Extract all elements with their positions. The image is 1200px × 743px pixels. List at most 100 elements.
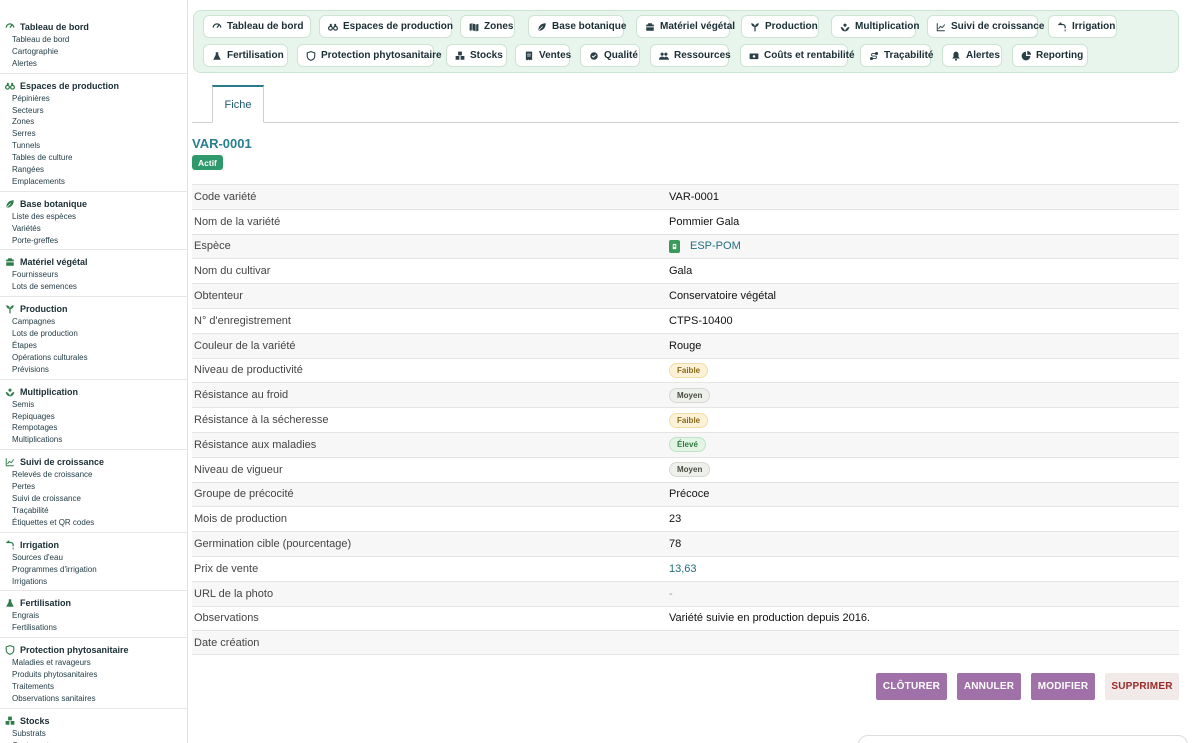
flask-icon (6, 599, 14, 608)
sidebar-item[interactable]: Programmes d'irrigation (0, 564, 187, 576)
sidebar-item[interactable]: Lots de semences (0, 281, 187, 293)
sidebar-item[interactable]: Fertilisations (0, 622, 187, 634)
nav-item[interactable]: Espaces de production (319, 15, 453, 38)
sidebar-item[interactable]: Étiquettes et QR codes (0, 517, 187, 529)
level-badge: Moyen (669, 387, 711, 403)
nav-item[interactable]: Traçabilité (860, 44, 933, 67)
field-value[interactable]: 13,63 (669, 563, 697, 575)
detail-row: Obtenteur Conservatoire végétal (192, 283, 1179, 308)
sidebar-group-header[interactable]: Fertilisation (0, 596, 187, 610)
sidebar-item[interactable]: Pertes (0, 481, 187, 493)
edit-button[interactable]: MODIFIER (1031, 673, 1095, 700)
nav-item[interactable]: Multiplication (831, 15, 919, 38)
nav-item[interactable]: Fertilisation (203, 44, 288, 67)
nav-item[interactable]: Qualité (580, 44, 640, 67)
nav-item[interactable]: Ressources (650, 44, 731, 67)
sidebar-item[interactable]: Opérations culturales (0, 352, 187, 364)
sidebar-group-header[interactable]: Production (0, 302, 187, 316)
field-label: Groupe de précocité (194, 488, 294, 501)
sidebar-group-header[interactable]: Protection phytosanitaire (0, 643, 187, 657)
field-label: Prix de vente (194, 562, 259, 575)
field-label: Résistance à la sécheresse (194, 414, 329, 427)
nav-item[interactable]: Zones (460, 15, 515, 38)
sidebar-item[interactable]: Rempotages (0, 422, 187, 434)
nav-item[interactable]: Stocks (446, 44, 507, 67)
sidebar-group-header[interactable]: Suivi de croissance (0, 455, 187, 469)
nav-item[interactable]: Reporting (1012, 44, 1088, 67)
sidebar-group-header[interactable]: Irrigation (0, 538, 187, 552)
detail-row: Résistance au froid Moyen (192, 382, 1179, 408)
shield-icon (306, 50, 316, 61)
sidebar-item[interactable]: Irrigations (0, 576, 187, 588)
sidebar-item[interactable]: Serres (0, 128, 187, 140)
sidebar-item[interactable]: Semis (0, 399, 187, 411)
sidebar-item[interactable]: Relevés de croissance (0, 469, 187, 481)
sidebar-group-header[interactable]: Base botanique (0, 197, 187, 211)
nav-item[interactable]: Production (741, 15, 819, 38)
nav-item[interactable]: Base botanique (528, 15, 626, 38)
nav-item-label: Fertilisation (227, 50, 284, 61)
delete-button[interactable]: SUPPRIMER (1105, 673, 1179, 700)
detail-row: Code variété VAR-0001 (192, 184, 1179, 209)
sidebar-item[interactable]: Observations sanitaires (0, 693, 187, 705)
nav-item[interactable]: Matériel végétal (636, 15, 735, 38)
sidebar-group-header[interactable]: Stocks (0, 714, 187, 728)
sidebar-item[interactable]: Pépinières (0, 93, 187, 105)
sidebar-item[interactable]: Traitements (0, 681, 187, 693)
sidebar-group-title: Fertilisation (20, 598, 72, 609)
binoculars-icon (5, 82, 15, 90)
sidebar-item[interactable]: Substrats (0, 728, 187, 740)
sidebar-item[interactable]: Porte-greffes (0, 235, 187, 247)
nav-item[interactable]: Tableau de bord (203, 15, 311, 38)
sidebar-item[interactable]: Prévisions (0, 364, 187, 376)
sidebar-item[interactable]: Emplacements (0, 176, 187, 188)
field-value[interactable]: ESP-POM (669, 239, 741, 253)
sidebar-item[interactable]: Secteurs (0, 105, 187, 117)
nav-item[interactable]: Ventes (515, 44, 571, 67)
sidebar-item[interactable]: Sources d'eau (0, 552, 187, 564)
sidebar-item[interactable]: Tables de culture (0, 152, 187, 164)
sidebar-item[interactable]: Contenants (0, 740, 187, 743)
sidebar-group-title: Stocks (20, 715, 50, 726)
sidebar-item[interactable]: Cartographie (0, 46, 187, 58)
sidebar-item[interactable]: Traçabilité (0, 505, 187, 517)
sidebar-item[interactable]: Zones (0, 116, 187, 128)
nav-item[interactable]: Alertes (942, 44, 1002, 67)
detail-row: Niveau de vigueur Moyen (192, 456, 1179, 482)
tab-fiche[interactable]: Fiche (212, 85, 264, 123)
sidebar-item[interactable]: Étapes (0, 340, 187, 352)
detail-table: Code variété VAR-0001 Nom de la variété Pom… (192, 184, 1179, 656)
nav-item-label: Tableau de bord (227, 21, 304, 32)
sidebar-item[interactable]: Tunnels (0, 140, 187, 152)
sidebar-item[interactable]: Fournisseurs (0, 269, 187, 281)
sidebar-group-header[interactable]: Espaces de production (0, 79, 187, 93)
sidebar-item[interactable]: Multiplications (0, 434, 187, 446)
field-label: N° d'enregistrement (194, 314, 291, 327)
sidebar-item[interactable]: Maladies et ravageurs (0, 657, 187, 669)
sidebar-item[interactable]: Repiquages (0, 411, 187, 423)
sidebar-item[interactable]: Variétés (0, 223, 187, 235)
nav-item[interactable]: Coûts et rentabilité (740, 44, 855, 67)
level-badge: Élevé (669, 437, 706, 453)
sidebar-group-header[interactable]: Matériel végétal (0, 255, 187, 269)
nav-item[interactable]: Suivi de croissance (927, 15, 1044, 38)
sidebar-item[interactable]: Campagnes (0, 316, 187, 328)
sidebar-group-header[interactable]: Tableau de bord (0, 20, 187, 34)
sidebar-item[interactable]: Liste des espèces (0, 211, 187, 223)
nav-item-label: Ressources (674, 50, 731, 61)
nav-item[interactable]: Protection phytosanitaire (297, 44, 442, 67)
sidebar-item[interactable]: Tableau de bord (0, 34, 187, 46)
species-link[interactable]: ESP-POM (690, 240, 741, 252)
money-icon (749, 53, 759, 59)
close-button[interactable]: CLÔTURER (876, 673, 947, 700)
sidebar-item[interactable]: Rangées (0, 164, 187, 176)
sidebar-item[interactable]: Suivi de croissance (0, 493, 187, 505)
cancel-button[interactable]: ANNULER (957, 673, 1021, 700)
sidebar-item[interactable]: Produits phytosanitaires (0, 669, 187, 681)
sidebar-group-header[interactable]: Multiplication (0, 385, 187, 399)
sidebar-item[interactable]: Lots de production (0, 328, 187, 340)
sidebar-item[interactable]: Alertes (0, 58, 187, 70)
nav-item[interactable]: Irrigation (1048, 15, 1117, 38)
sidebar-item[interactable]: Engrais (0, 610, 187, 622)
level-badge: Faible (669, 412, 709, 428)
